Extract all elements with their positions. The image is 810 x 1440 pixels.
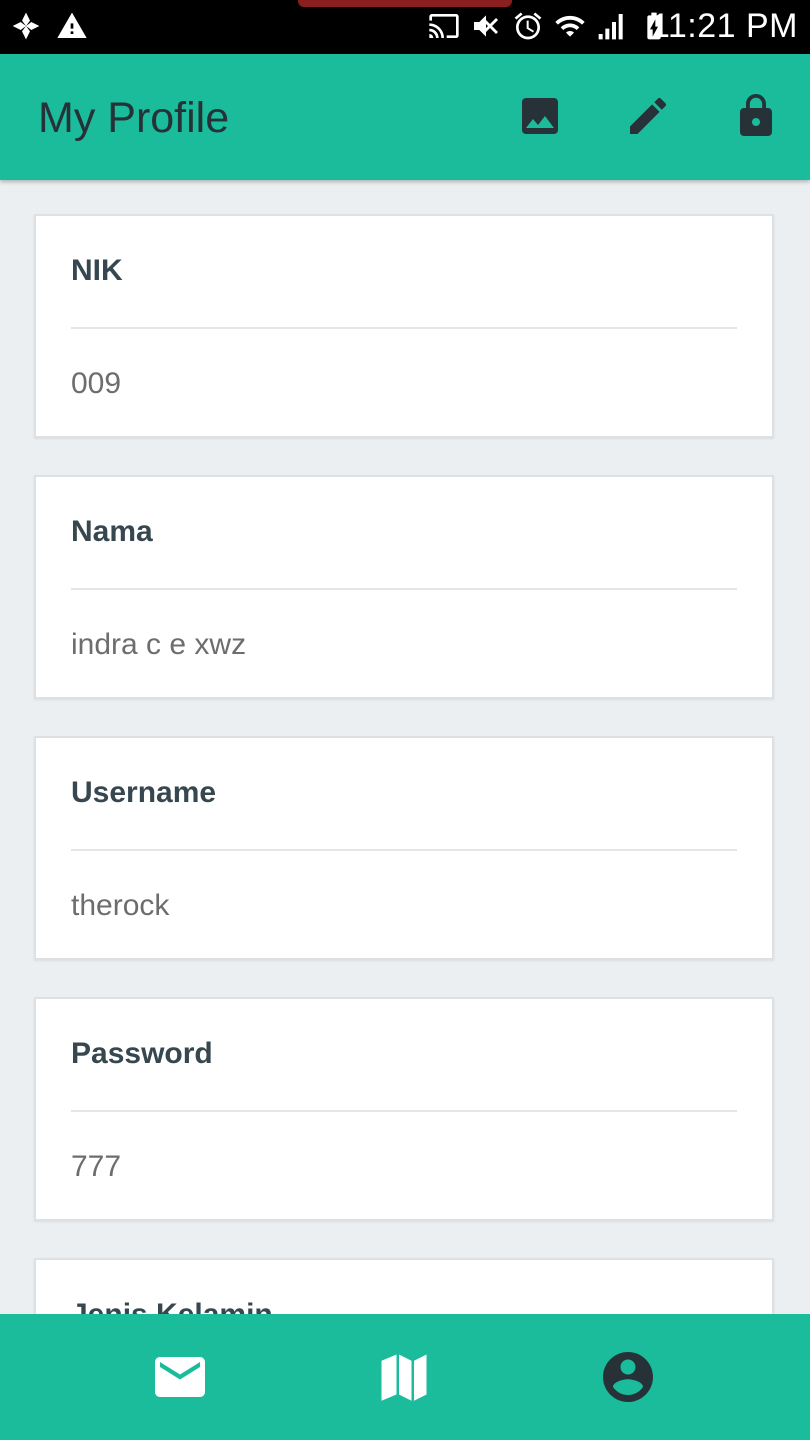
status-left-icons [10, 10, 88, 42]
field-label: Nama [71, 515, 153, 548]
mute-icon [474, 15, 498, 37]
field-value: indra c e xwz [71, 628, 247, 661]
field-card-username: Username therock [34, 736, 774, 960]
image-button[interactable] [516, 92, 564, 140]
field-value: therock [71, 889, 170, 922]
divider [71, 588, 737, 590]
lock-icon [740, 94, 772, 136]
bottom-navigation [0, 1314, 810, 1440]
divider [71, 849, 737, 851]
field-label: Jenis Kelamin [71, 1298, 273, 1314]
nav-account[interactable] [598, 1347, 658, 1407]
field-card-jenis-kelamin: Jenis Kelamin [34, 1258, 774, 1314]
account-icon [603, 1352, 653, 1402]
nav-map[interactable] [374, 1347, 434, 1407]
nav-mail[interactable] [150, 1347, 210, 1407]
divider [71, 327, 737, 329]
field-value: 009 [71, 367, 122, 400]
field-label: Username [71, 776, 217, 809]
cast-icon [429, 14, 459, 38]
edit-button[interactable] [624, 92, 672, 140]
status-bar: 11:21 PM [0, 0, 810, 54]
field-card-nama: Nama indra c e xwz [34, 475, 774, 699]
wifi-icon [555, 15, 585, 37]
page-title: My Profile [38, 94, 230, 142]
image-icon [522, 98, 558, 134]
clock: 11:21 PM [650, 7, 798, 45]
app-bar: My Profile [0, 54, 810, 180]
pinwheel-icon [12, 12, 40, 40]
status-right-icons [428, 10, 670, 42]
call-indicator [298, 0, 512, 7]
warning-icon [57, 12, 87, 38]
field-card-nik: NIK 009 [34, 214, 774, 438]
edit-icon [630, 97, 667, 134]
field-value: 777 [71, 1150, 122, 1183]
map-icon [381, 1354, 427, 1401]
signal-icon [598, 14, 623, 40]
mail-icon [155, 1357, 205, 1397]
field-card-password: Password 777 [34, 997, 774, 1221]
alarm-icon [514, 12, 542, 40]
divider [71, 1110, 737, 1112]
profile-content[interactable]: NIK 009 Nama indra c e xwz Username ther… [0, 180, 810, 1314]
lock-button[interactable] [732, 92, 780, 140]
field-label: Password [71, 1037, 213, 1070]
field-label: NIK [71, 254, 123, 287]
